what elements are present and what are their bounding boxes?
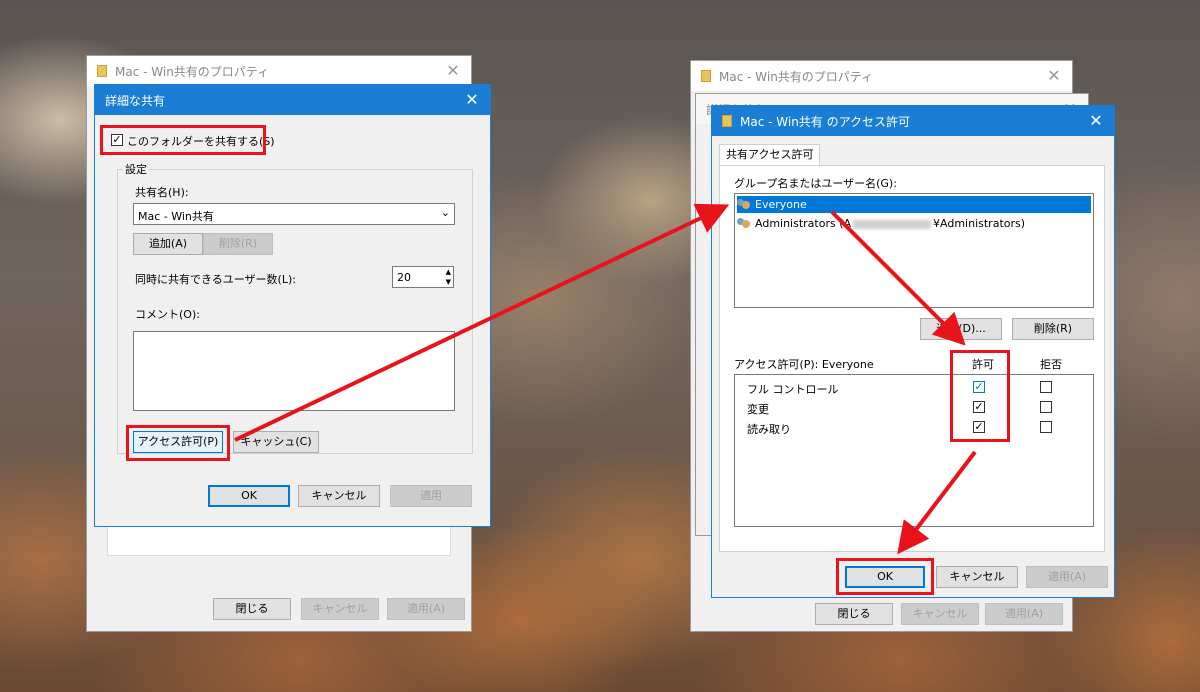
caching-button[interactable]: キャッシュ(C) <box>233 431 319 453</box>
user-limit-spinner[interactable]: 20 ▲ ▼ <box>392 266 454 288</box>
highlight-permissions-button <box>126 425 230 461</box>
tab-label: 共有アクセス許可 <box>726 148 814 161</box>
group-user-label: グループ名またはユーザー名(G): <box>734 177 897 190</box>
comment-input[interactable] <box>133 331 455 411</box>
cancel-button[interactable]: キャンセル <box>301 598 379 620</box>
properties-title: Mac - Win共有のプロパティ <box>115 64 270 79</box>
permissions-dialog: Mac - Win共有 のアクセス許可 ✕ 共有アクセス許可 グループ名またはユ… <box>711 105 1115 598</box>
remove-button[interactable]: 削除(R) <box>1012 318 1094 340</box>
comment-label: コメント(O): <box>135 308 200 321</box>
permission-name: 変更 <box>747 403 769 416</box>
close-icon[interactable]: ✕ <box>462 90 482 110</box>
cancel-button[interactable]: キャンセル <box>901 603 979 625</box>
apply-button[interactable]: 適用(A) <box>387 598 465 620</box>
permissions-header: アクセス許可(P): Everyone <box>734 358 874 371</box>
close-button[interactable]: 閉じる <box>815 603 893 625</box>
permission-name: フル コントロール <box>747 383 839 396</box>
blurred-text <box>853 219 932 229</box>
deny-checkbox[interactable] <box>1040 381 1052 393</box>
permissions-titlebar: Mac - Win共有 のアクセス許可 ✕ <box>712 106 1114 136</box>
dialog-title: Mac - Win共有 のアクセス許可 <box>740 114 911 129</box>
cancel-button[interactable]: キャンセル <box>936 566 1018 588</box>
spinner-down-icon[interactable]: ▼ <box>446 277 451 287</box>
folder-icon <box>97 65 107 77</box>
close-icon[interactable]: ✕ <box>1044 66 1064 86</box>
apply-button[interactable]: 適用(A) <box>985 603 1063 625</box>
folder-icon <box>722 115 732 127</box>
user-limit-value: 20 <box>397 271 411 284</box>
properties-content-box <box>107 526 451 556</box>
add-button[interactable]: 追加(A) <box>133 233 203 255</box>
deny-header: 拒否 <box>1040 358 1062 371</box>
properties-title: Mac - Win共有のプロパティ <box>719 69 874 84</box>
deny-checkbox[interactable] <box>1040 421 1052 433</box>
dialog-title: 詳細な共有 <box>105 93 166 108</box>
users-icon <box>737 199 751 211</box>
deny-checkbox[interactable] <box>1040 401 1052 413</box>
advanced-sharing-titlebar: 詳細な共有 ✕ <box>95 85 490 115</box>
add-button[interactable]: 追加(D)... <box>920 318 1002 340</box>
close-icon[interactable]: ✕ <box>1086 111 1106 131</box>
remove-button[interactable]: 削除(R) <box>203 233 273 255</box>
highlight-share-checkbox <box>100 125 266 155</box>
properties-titlebar: Mac - Win共有のプロパティ ✕ <box>87 56 471 86</box>
settings-group-label: 設定 <box>123 161 149 177</box>
close-icon[interactable]: ✕ <box>443 61 463 81</box>
list-item[interactable]: Administrators (A ¥Administrators) <box>737 215 1091 232</box>
chevron-down-icon: ⌄ <box>440 206 450 219</box>
apply-button[interactable]: 適用 <box>390 485 472 507</box>
folder-icon <box>701 70 711 82</box>
users-icon <box>737 218 751 230</box>
list-item[interactable]: Everyone <box>737 196 1091 213</box>
user-name: Everyone <box>755 198 807 211</box>
tab-panel: グループ名またはユーザー名(G): Everyone Administrator… <box>719 165 1105 552</box>
highlight-ok-button <box>836 558 934 595</box>
user-list[interactable]: Everyone Administrators (A ¥Administrator… <box>734 193 1094 308</box>
highlight-allow-column <box>950 350 1010 442</box>
advanced-sharing-dialog: 詳細な共有 ✕ ✓ このフォルダーを共有する(S) 設定 共有名(H): Mac… <box>94 84 491 527</box>
spinner-up-icon[interactable]: ▲ <box>446 267 451 277</box>
permissions-list: フル コントロール ✓ 変更 ✓ 読み取り ✓ <box>734 374 1094 527</box>
permission-name: 読み取り <box>747 423 791 436</box>
ok-button[interactable]: OK <box>208 485 290 507</box>
share-name-select[interactable]: Mac - Win共有 ⌄ <box>133 203 455 225</box>
tab-share-permissions[interactable]: 共有アクセス許可 <box>719 144 821 167</box>
share-name-value: Mac - Win共有 <box>138 210 214 223</box>
user-limit-label: 同時に共有できるユーザー数(L): <box>135 273 296 286</box>
share-name-label: 共有名(H): <box>135 186 189 199</box>
close-button[interactable]: 閉じる <box>213 598 291 620</box>
user-name: Administrators (A <box>755 217 852 230</box>
user-suffix: ¥Administrators) <box>933 217 1026 230</box>
cancel-button[interactable]: キャンセル <box>298 485 380 507</box>
properties-titlebar: Mac - Win共有のプロパティ ✕ <box>691 61 1072 91</box>
apply-button[interactable]: 適用(A) <box>1026 566 1108 588</box>
